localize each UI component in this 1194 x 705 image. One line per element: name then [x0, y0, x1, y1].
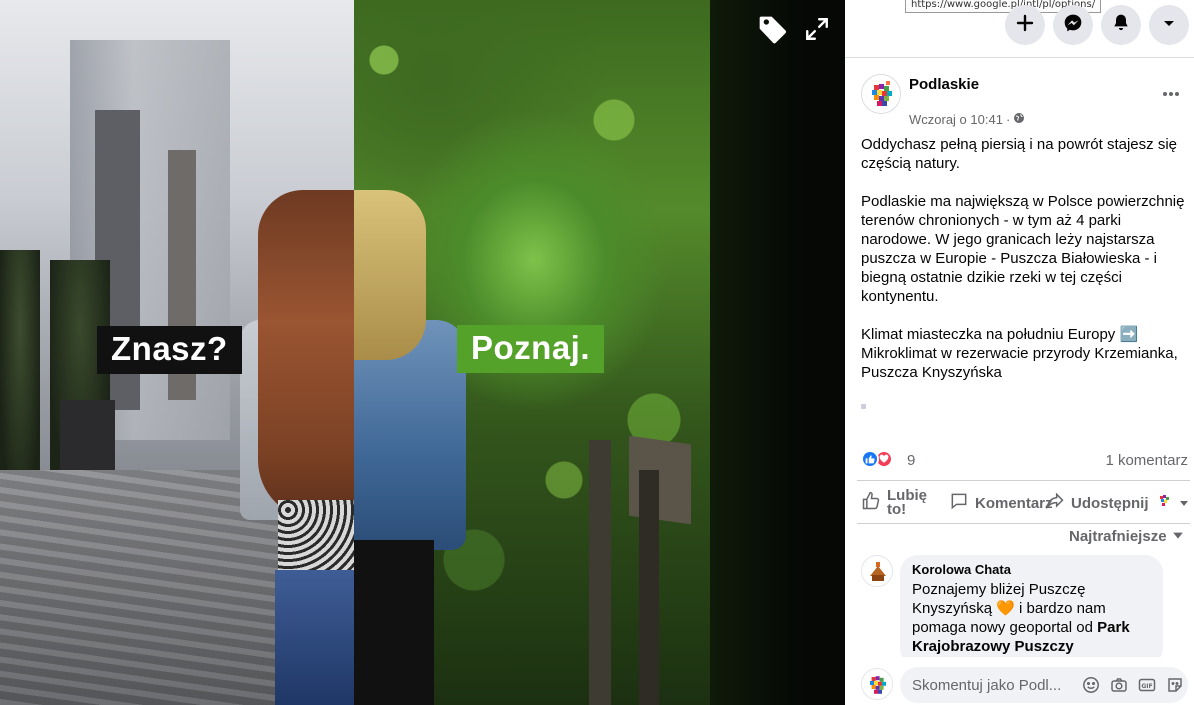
like-label: Lubię to!	[887, 487, 927, 518]
tag-icon[interactable]	[757, 14, 789, 51]
comment-button[interactable]: Komentarz	[949, 486, 1053, 520]
page-avatar[interactable]	[861, 74, 901, 114]
bell-icon	[1111, 13, 1131, 38]
comment-input[interactable]	[912, 667, 1072, 703]
comment-sort-dropdown[interactable]: Najtrafniejsze	[1069, 528, 1184, 545]
caret-down-icon[interactable]	[1179, 495, 1189, 512]
commenter-avatar[interactable]	[861, 555, 893, 587]
like-button[interactable]: Lubię to!	[861, 486, 931, 520]
like-reaction-icon	[861, 450, 879, 468]
composer-avatar[interactable]	[861, 668, 893, 700]
photo-label-left: Znasz?	[97, 326, 242, 374]
post-time-text[interactable]: Wczoraj o 10:41	[909, 112, 1003, 127]
comment-count-link[interactable]: 1 komentarz	[1105, 452, 1188, 469]
post-header: Podlaskie Wczoraj o 10:41 ·	[861, 74, 1186, 127]
notifications-button[interactable]	[1101, 5, 1141, 45]
top-bar: https://www.google.pl/intl/pl/options/	[845, 0, 1194, 58]
emoji-icon[interactable]	[1082, 676, 1100, 694]
share-button[interactable]: Udostępnij	[1045, 486, 1189, 520]
page-name-link[interactable]: Podlaskie	[909, 76, 979, 93]
reaction-count[interactable]: 9	[907, 452, 915, 469]
attachment-indicator	[861, 404, 866, 409]
share-label: Udostępnij	[1071, 494, 1149, 512]
account-menu-button[interactable]	[1149, 5, 1189, 45]
sticker-icon[interactable]	[1166, 676, 1184, 694]
more-options-icon[interactable]	[1161, 84, 1181, 109]
comment-label: Komentarz	[975, 494, 1053, 512]
comment-composer: GIF	[861, 665, 1188, 703]
post-paragraph: Oddychasz pełną piersią i na powrót staj…	[861, 136, 1177, 172]
camera-icon[interactable]	[1110, 676, 1128, 694]
post-paragraph: Klimat miasteczka na południu Europy ➡️ …	[861, 326, 1178, 381]
comment-icon	[949, 491, 969, 515]
svg-text:GIF: GIF	[1141, 683, 1152, 690]
post-message: Oddychasz pełną piersią i na powrót staj…	[861, 135, 1191, 382]
messenger-icon	[1063, 13, 1083, 38]
post-side-panel: https://www.google.pl/intl/pl/options/ P…	[845, 0, 1194, 705]
caret-down-icon	[1161, 15, 1177, 36]
comment-bubble: Korolowa Chata Poznajemy bliżej Puszczę …	[900, 555, 1163, 657]
share-as-page-avatar-icon[interactable]	[1155, 492, 1173, 514]
gif-icon[interactable]: GIF	[1138, 676, 1156, 694]
caret-down-icon	[1172, 528, 1184, 545]
expand-icon[interactable]	[804, 16, 830, 47]
post-paragraph: Podlaskie ma największą w Polsce powierz…	[861, 193, 1185, 305]
post-photo[interactable]: Znasz? Poznaj.	[0, 0, 845, 705]
reactions-summary[interactable]: 9 1 komentarz	[861, 449, 1188, 471]
post-actions-bar: Lubię to! Komentarz Udostępnij	[857, 480, 1190, 524]
thumbs-up-icon	[861, 491, 881, 515]
comment-input-box[interactable]: GIF	[900, 667, 1188, 703]
sort-label: Najtrafniejsze	[1069, 528, 1167, 545]
comment-text: Poznajemy bliżej Puszczę Knyszyńską 🧡 i …	[912, 580, 1151, 656]
post-timestamp[interactable]: Wczoraj o 10:41 ·	[909, 112, 1025, 127]
create-button[interactable]	[1005, 5, 1045, 45]
comment-author-link[interactable]: Korolowa Chata	[912, 562, 1151, 577]
messenger-button[interactable]	[1053, 5, 1093, 45]
plus-icon	[1015, 13, 1035, 38]
globe-icon	[1013, 112, 1025, 127]
comment-item: Korolowa Chata Poznajemy bliżej Puszczę …	[861, 555, 1181, 657]
orange-heart-emoji: 🧡	[996, 600, 1015, 617]
photo-label-right: Poznaj.	[457, 325, 605, 373]
share-icon	[1045, 491, 1065, 515]
photo-dark-edge	[710, 0, 845, 705]
